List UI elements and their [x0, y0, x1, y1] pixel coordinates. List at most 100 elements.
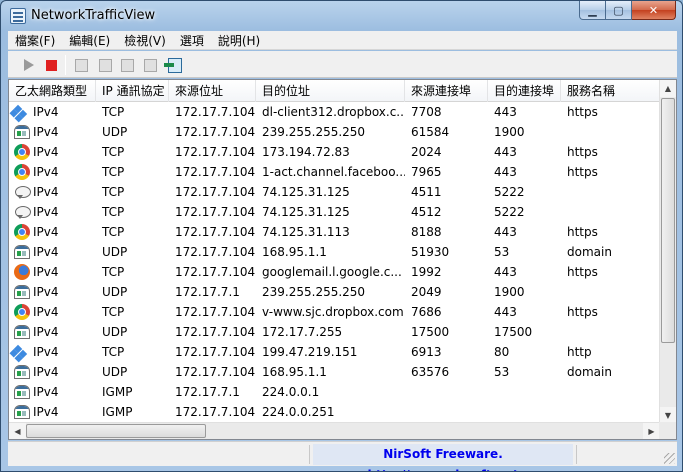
cell-service-name [561, 182, 660, 202]
column-header-destination-address[interactable]: 目的位址 [256, 80, 405, 102]
window-controls: ▁ ▢ ✕ [579, 1, 676, 21]
cell-ip-protocol: UDP [102, 325, 128, 339]
find-icon [143, 58, 157, 72]
minimize-button[interactable]: ▁ [579, 1, 606, 20]
cell-source-address: 172.17.7.1 [175, 285, 240, 299]
cell-destination-address: dl-client312.dropbox.c... [262, 105, 405, 119]
table-row[interactable]: IPv4 IGMP 172.17.7.1 224.0.0.1 [9, 382, 660, 402]
table-row[interactable]: IPv4 UDP 172.17.7.104 172.17.7.255 17500 1750… [9, 322, 660, 342]
save-icon [74, 58, 88, 72]
cell-ethernet-type: IPv4 [33, 225, 59, 239]
exit-button[interactable] [164, 56, 184, 74]
stop-capture-button[interactable] [42, 56, 60, 74]
cell-service-name [561, 282, 660, 302]
cell-service-name: http [567, 345, 592, 359]
table-row[interactable]: IPv4 TCP 172.17.7.104 173.194.72.83 2024 443 h… [9, 142, 660, 162]
column-header-ip-protocol[interactable]: IP 通訊協定 [96, 80, 169, 102]
scroll-up-arrow-icon[interactable]: ▲ [660, 80, 676, 97]
cell-destination-port: 53 [494, 245, 510, 259]
cell-service-name: https [567, 165, 598, 179]
nirsoft-link[interactable]: NirSoft Freeware. http://www.nirsoft.net [313, 444, 573, 471]
title-bar[interactable]: NetworkTrafficView ▁ ▢ ✕ [1, 1, 682, 31]
cell-ethernet-type: IPv4 [33, 345, 59, 359]
cell-source-port: 51930 [411, 245, 450, 259]
copy-icon [98, 58, 112, 72]
column-header-service-name[interactable]: 服務名稱 [561, 80, 660, 102]
column-header-source-address[interactable]: 來源位址 [169, 80, 256, 102]
status-pane-left [8, 445, 310, 464]
scrollbar-corner [659, 422, 676, 439]
horizontal-scrollbar[interactable]: ◀ ▶ [9, 422, 660, 439]
cell-service-name: https [567, 105, 598, 119]
cell-source-address: 172.17.7.104 [175, 145, 256, 159]
scroll-left-arrow-icon[interactable]: ◀ [9, 423, 26, 439]
table-row[interactable]: IPv4 TCP 172.17.7.104 74.125.31.113 8188 443 h… [9, 222, 660, 242]
cell-destination-port: 443 [494, 265, 517, 279]
table-row[interactable]: IPv4 TCP 172.17.7.104 74.125.31.125 4511 5222 [9, 182, 660, 202]
horizontal-scroll-thumb[interactable] [26, 424, 206, 438]
cell-ip-protocol: TCP [102, 345, 125, 359]
table-row[interactable]: IPv4 TCP 172.17.7.104 googlemail.l.google.c… [9, 262, 660, 282]
menu-edit[interactable]: 編輯(E) [62, 32, 117, 49]
column-header-source-port[interactable]: 來源連接埠 [405, 80, 488, 102]
vertical-scrollbar[interactable]: ▲ ▼ [659, 80, 676, 424]
cell-ethernet-type: IPv4 [33, 145, 59, 159]
table-row[interactable]: IPv4 TCP 172.17.7.104 199.47.219.151 6913 80 h… [9, 342, 660, 362]
close-button[interactable]: ✕ [632, 1, 676, 20]
properties-button[interactable] [118, 56, 136, 74]
cell-ethernet-type: IPv4 [33, 325, 59, 339]
find-button[interactable] [141, 56, 159, 74]
vertical-scroll-thumb[interactable] [661, 98, 675, 343]
cell-ip-protocol: TCP [102, 205, 125, 219]
cell-ethernet-type: IPv4 [33, 185, 59, 199]
column-header-ethernet-type[interactable]: 乙太網路類型 [9, 80, 96, 102]
column-header-row: 乙太網路類型 IP 通訊協定 來源位址 目的位址 來源連接埠 目的連接埠 服務名… [9, 80, 660, 102]
traffic-list[interactable]: 乙太網路類型 IP 通訊協定 來源位址 目的位址 來源連接埠 目的連接埠 服務名… [8, 79, 677, 440]
cell-ip-protocol: UDP [102, 245, 128, 259]
table-row[interactable]: IPv4 UDP 172.17.7.1 239.255.255.250 2049 1900 [9, 282, 660, 302]
save-button[interactable] [72, 56, 90, 74]
cell-ip-protocol: TCP [102, 305, 125, 319]
menu-view[interactable]: 檢視(V) [117, 32, 173, 49]
cell-source-port [405, 382, 488, 402]
play-icon [24, 59, 34, 71]
table-row[interactable]: IPv4 UDP 172.17.7.104 168.95.1.1 63576 53 doma… [9, 362, 660, 382]
cell-service-name: https [567, 265, 598, 279]
cell-destination-port: 443 [494, 145, 517, 159]
copy-button[interactable] [96, 56, 114, 74]
cell-source-port [405, 402, 488, 422]
cell-source-port: 4511 [411, 185, 442, 199]
cell-source-address: 172.17.7.104 [175, 105, 256, 119]
cell-destination-address: 168.95.1.1 [262, 365, 327, 379]
status-bar: NirSoft Freeware. http://www.nirsoft.net [8, 441, 677, 471]
cell-ethernet-type: IPv4 [33, 285, 59, 299]
table-row[interactable]: IPv4 TCP 172.17.7.104 1-act.channel.faceboo… [9, 162, 660, 182]
table-body: IPv4 TCP 172.17.7.104 dl-client312.dropbox.… [9, 102, 660, 424]
cell-destination-port: 443 [494, 165, 517, 179]
scroll-right-arrow-icon[interactable]: ▶ [643, 423, 660, 439]
table-row[interactable]: IPv4 TCP 172.17.7.104 dl-client312.dropbox.… [9, 102, 660, 122]
exit-icon [164, 57, 182, 73]
menu-file[interactable]: 檔案(F) [8, 32, 62, 49]
start-capture-button[interactable] [20, 56, 38, 74]
resize-grip[interactable] [664, 453, 675, 464]
cell-source-address: 172.17.7.104 [175, 245, 256, 259]
menu-help[interactable]: 說明(H) [211, 32, 267, 49]
menu-options[interactable]: 選項 [173, 32, 211, 49]
table-row[interactable]: IPv4 UDP 172.17.7.104 239.255.255.250 61584 1… [9, 122, 660, 142]
table-row[interactable]: IPv4 TCP 172.17.7.104 74.125.31.125 4512 5222 [9, 202, 660, 222]
cell-destination-address: 173.194.72.83 [262, 145, 350, 159]
column-header-destination-port[interactable]: 目的連接埠 [488, 80, 561, 102]
cell-ip-protocol: IGMP [102, 405, 133, 419]
cell-source-port: 1992 [411, 265, 442, 279]
cell-destination-address: 74.125.31.125 [262, 185, 350, 199]
cell-source-port: 6913 [411, 345, 442, 359]
table-row[interactable]: IPv4 UDP 172.17.7.104 168.95.1.1 51930 53 doma… [9, 242, 660, 262]
cell-service-name: https [567, 145, 598, 159]
table-row[interactable]: IPv4 IGMP 172.17.7.104 224.0.0.251 [9, 402, 660, 422]
cell-destination-address: 199.47.219.151 [262, 345, 358, 359]
cell-source-port: 2024 [411, 145, 442, 159]
maximize-button[interactable]: ▢ [606, 1, 632, 20]
table-row[interactable]: IPv4 TCP 172.17.7.104 v-www.sjc.dropbox.com… [9, 302, 660, 322]
cell-ethernet-type: IPv4 [33, 165, 59, 179]
